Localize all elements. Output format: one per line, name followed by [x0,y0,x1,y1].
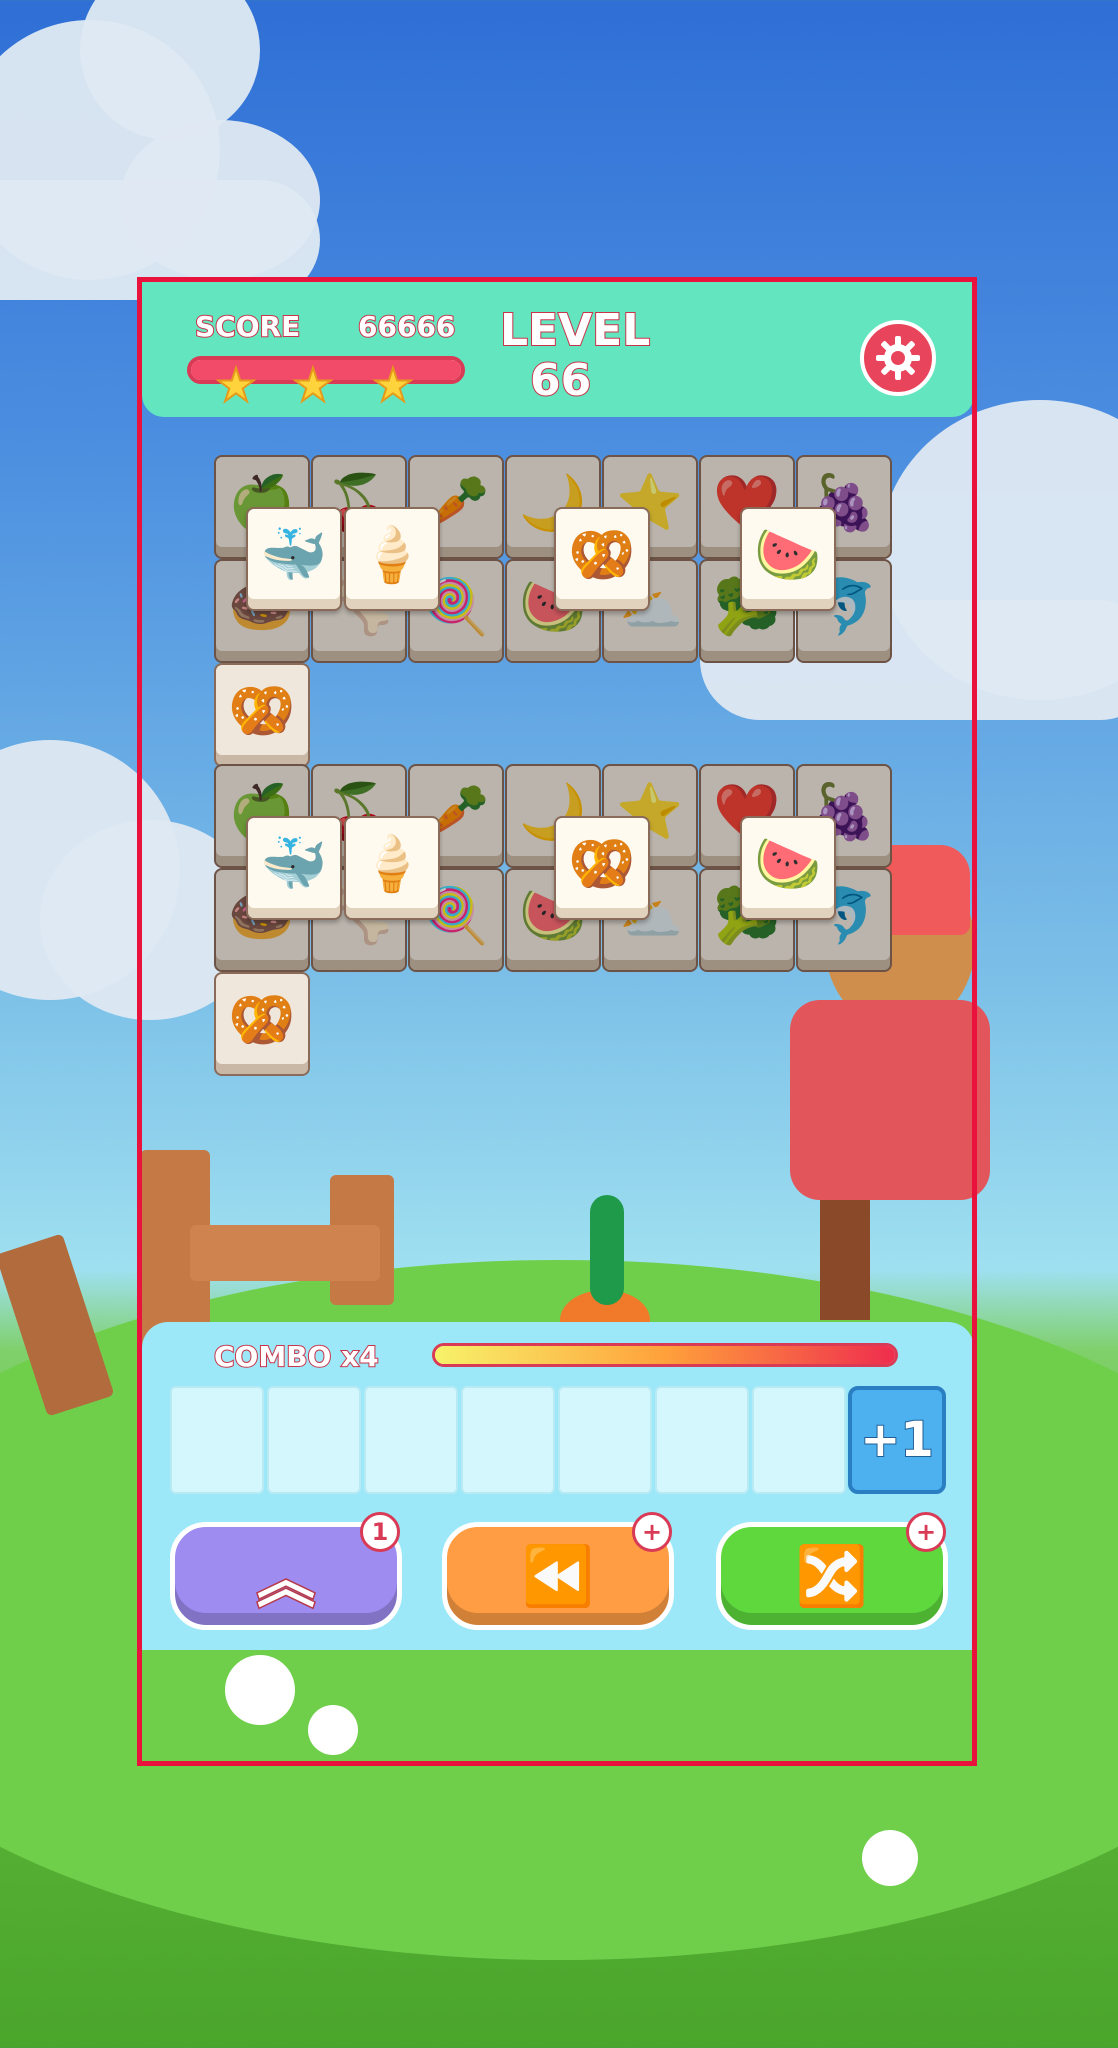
tray-slot [170,1386,264,1494]
tile-pretzel[interactable]: 🥨 [554,816,650,920]
rewind-icon: ⏪ [520,1540,595,1611]
tray-slot [558,1386,652,1494]
ice-cream-icon: 🍦 [358,832,426,895]
combo-progress-bar [432,1343,898,1367]
whale-icon: 🐳 [260,523,328,586]
tray-slot [752,1386,846,1494]
tile-whale[interactable]: 🐳 [246,507,342,611]
shuffle-icon: 🔀 [794,1540,869,1611]
tile-ice-cream[interactable]: 🍦 [344,816,440,920]
tray-slot [267,1386,361,1494]
level-value: 66 [529,354,592,407]
star-icon: ★ [214,358,257,412]
tile-watermelon[interactable]: 🍉 [740,816,836,920]
combo-progress-fill [435,1346,895,1364]
settings-button[interactable] [860,320,936,396]
tile-whale[interactable]: 🐳 [246,816,342,920]
pretzel-icon: 🥨 [228,988,296,1051]
tray-slot [364,1386,458,1494]
tile-pretzel: 🥨 [214,663,310,767]
watermelon-icon: 🍉 [754,832,822,895]
pretzel-icon: 🥨 [568,523,636,586]
double-chevron-up-icon: ︽ [255,1546,316,1617]
score-value: 66666 [357,309,456,344]
pretzel-icon: 🥨 [228,679,296,742]
whale-icon: 🐳 [260,832,328,895]
extra-slot-button[interactable]: +1 [848,1386,946,1494]
tile-ice-cream[interactable]: 🍦 [344,507,440,611]
watermelon-icon: 🍉 [754,523,822,586]
tray-slot [461,1386,555,1494]
gear-icon [876,336,920,380]
tile-pretzel: 🥨 [214,972,310,1076]
tray-slot [655,1386,749,1494]
star-icon: ★ [371,358,414,412]
pretzel-icon: 🥨 [568,832,636,895]
extra-slot-label: +1 [859,1411,935,1469]
badge: + [906,1512,946,1552]
level-label: LEVEL [499,304,651,357]
tile-watermelon[interactable]: 🍉 [740,507,836,611]
badge: + [632,1512,672,1552]
combo-label: COMBO x4 [213,1339,380,1374]
score-label: SCORE [194,309,301,344]
badge: 1 [360,1512,400,1552]
star-icon: ★ [291,358,334,412]
ice-cream-icon: 🍦 [358,523,426,586]
tile-pretzel[interactable]: 🥨 [554,507,650,611]
